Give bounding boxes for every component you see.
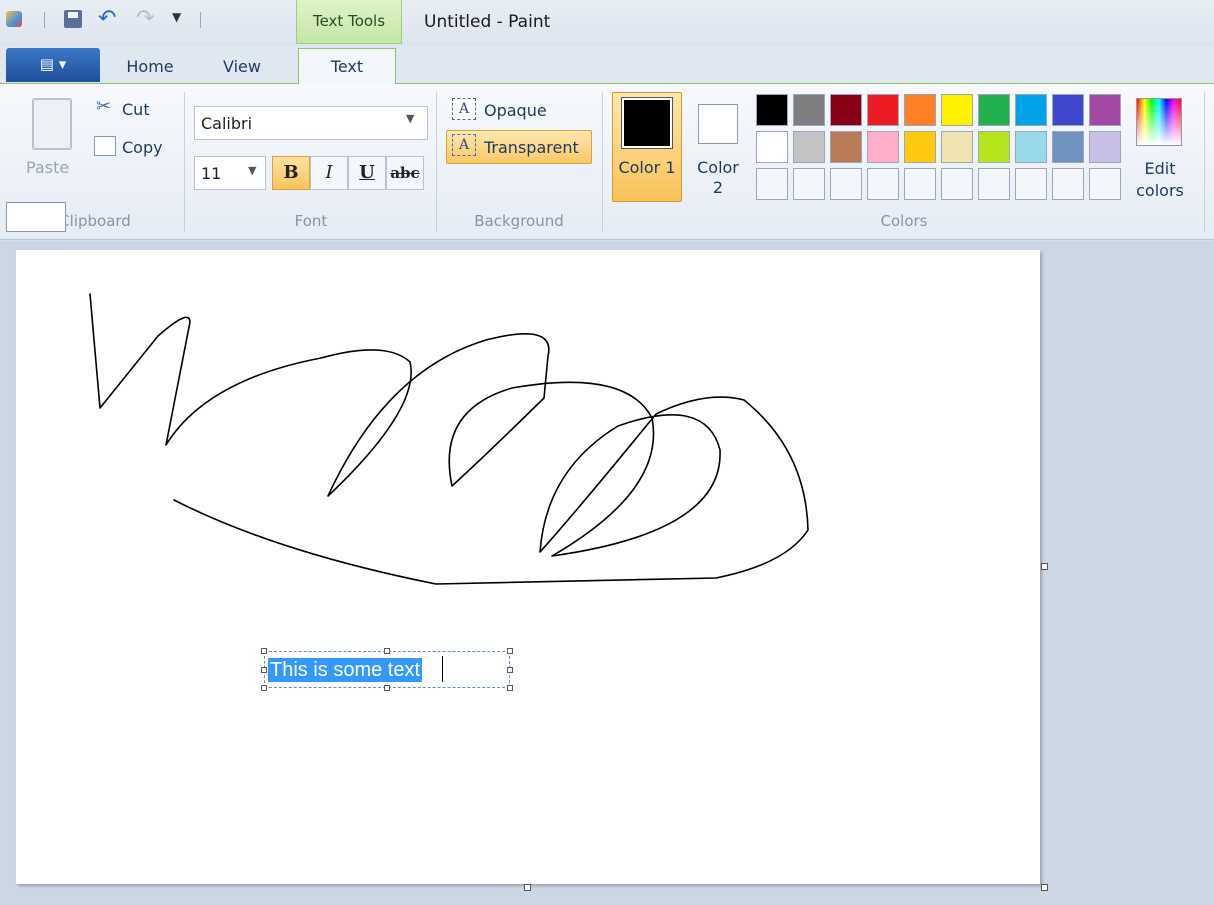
text-box-handle[interactable]: [384, 648, 390, 654]
opaque-text-icon: A: [452, 98, 476, 120]
color-swatch[interactable]: [1052, 94, 1084, 126]
background-group-label: Background: [474, 212, 564, 230]
color-swatch[interactable]: [756, 168, 788, 200]
color-swatch[interactable]: [941, 168, 973, 200]
qat-separator: [44, 12, 45, 28]
transparent-label: Transparent: [484, 138, 579, 157]
scribble-stroke: [89, 293, 809, 585]
scissors-icon: ✂: [96, 96, 112, 117]
canvas-resize-handle-bottom[interactable]: [524, 884, 531, 891]
color1-label: Color 1: [618, 158, 676, 177]
text-box-handle[interactable]: [507, 667, 513, 673]
color-swatch[interactable]: [978, 131, 1010, 163]
color-swatch[interactable]: [793, 94, 825, 126]
color-swatch[interactable]: [1089, 131, 1121, 163]
color-swatch[interactable]: [904, 94, 936, 126]
paste-label: Paste: [26, 158, 70, 177]
color-swatch[interactable]: [756, 94, 788, 126]
color-swatch[interactable]: [830, 168, 862, 200]
group-separator: [602, 92, 603, 232]
text-box-handle[interactable]: [261, 648, 267, 654]
color-spectrum-icon: [1136, 98, 1182, 146]
text-box-handle[interactable]: [507, 685, 513, 691]
tab-home[interactable]: Home: [106, 52, 194, 84]
color-swatch[interactable]: [756, 131, 788, 163]
text-tools-contextual-label: Text Tools: [296, 0, 402, 44]
clipboard-icon: [32, 98, 72, 150]
freehand-drawing: [89, 293, 809, 585]
color-swatch[interactable]: [830, 94, 862, 126]
group-separator: [1204, 92, 1205, 232]
strikethrough-button[interactable]: abc: [386, 156, 424, 190]
color-swatch[interactable]: [941, 131, 973, 163]
text-box-handle[interactable]: [261, 667, 267, 673]
title-bar: [0, 0, 1214, 46]
transparent-text-icon: A: [452, 134, 476, 156]
canvas-resize-handle-corner[interactable]: [1041, 884, 1048, 891]
status-box: [6, 202, 66, 232]
redo-icon[interactable]: ↷: [136, 8, 154, 30]
underline-button[interactable]: U: [348, 156, 386, 190]
save-icon[interactable]: [64, 10, 82, 28]
opaque-label: Opaque: [484, 101, 547, 120]
tab-text[interactable]: Text: [298, 48, 396, 86]
color2-swatch: [698, 104, 738, 144]
italic-button[interactable]: I: [310, 156, 348, 190]
text-caret: [442, 656, 443, 682]
color-swatch[interactable]: [867, 94, 899, 126]
color-swatch[interactable]: [904, 131, 936, 163]
chevron-down-icon[interactable]: ▼: [406, 112, 414, 125]
group-separator: [184, 92, 185, 232]
color-swatch[interactable]: [1015, 168, 1047, 200]
color-swatch[interactable]: [830, 131, 862, 163]
color-swatch[interactable]: [1052, 168, 1084, 200]
canvas-resize-handle-right[interactable]: [1041, 563, 1048, 570]
color-swatch[interactable]: [867, 168, 899, 200]
color-swatch[interactable]: [1015, 131, 1047, 163]
text-box-handle[interactable]: [384, 685, 390, 691]
edit-colors-label: Edit colors: [1136, 159, 1184, 200]
color-swatch[interactable]: [793, 131, 825, 163]
window-title: Untitled - Paint: [424, 12, 551, 32]
text-box-handle[interactable]: [507, 648, 513, 654]
qat-separator: [200, 12, 201, 28]
selected-text[interactable]: This is some text: [268, 658, 423, 682]
color-swatch[interactable]: [978, 168, 1010, 200]
bold-button[interactable]: B: [272, 156, 310, 190]
copy-label: Copy: [122, 138, 163, 157]
colors-group-label: Colors: [880, 212, 928, 230]
color-swatch[interactable]: [1089, 94, 1121, 126]
undo-icon[interactable]: ↶: [98, 8, 116, 30]
customize-qat-dropdown-icon[interactable]: ▼: [172, 10, 181, 24]
color-swatch[interactable]: [1052, 131, 1084, 163]
cut-label: Cut: [122, 100, 150, 119]
color-swatch[interactable]: [1015, 94, 1047, 126]
font-family-select[interactable]: Calibri: [194, 106, 428, 140]
color-swatch[interactable]: [904, 168, 936, 200]
color-swatch[interactable]: [941, 94, 973, 126]
paint-app-icon[interactable]: [6, 11, 22, 27]
group-separator: [436, 92, 437, 232]
text-box-handle[interactable]: [261, 685, 267, 691]
font-group-label: Font: [294, 212, 328, 230]
color1-swatch: [621, 97, 673, 149]
copy-icon: [94, 136, 116, 156]
chevron-down-icon[interactable]: ▼: [248, 164, 256, 177]
color-swatch[interactable]: [1089, 168, 1121, 200]
color-swatch[interactable]: [978, 94, 1010, 126]
color-swatch[interactable]: [793, 168, 825, 200]
color2-label: Color 2: [697, 158, 739, 197]
color-swatch[interactable]: [867, 131, 899, 163]
paint-menu-button[interactable]: ▤ ▾: [6, 48, 100, 82]
tab-view[interactable]: View: [196, 52, 288, 84]
